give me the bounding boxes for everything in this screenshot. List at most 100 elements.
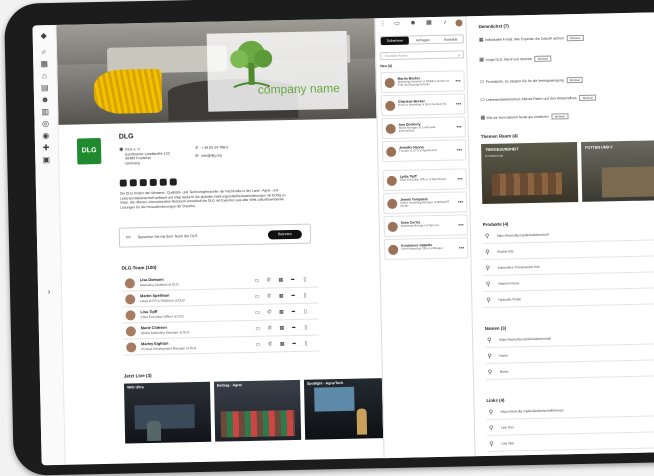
- list-item[interactable]: Jennie Tempsant Online Marketing Manager …: [383, 191, 468, 215]
- tab-requests[interactable]: Anfragen: [409, 36, 437, 45]
- phone-icon[interactable]: ✆: [267, 325, 273, 331]
- list-item[interactable]: ⚲ https://www.dlg.org/de/landwirtschaft: [485, 329, 654, 348]
- list-item[interactable]: Ana Dockerty Brand Manager at Landmarke I…: [381, 116, 466, 140]
- tab-contacts[interactable]: Kontakte: [437, 35, 465, 44]
- scrollbar[interactable]: [346, 34, 351, 63]
- event-row[interactable]: ▦Junge DLG: Beruf und Vertrieb Webinar: [479, 52, 654, 64]
- notification-icon[interactable]: ♪: [441, 20, 448, 27]
- list-item[interactable]: ⚲ Vitamin Premix: [483, 273, 654, 293]
- collapse-arrow-icon[interactable]: ›: [44, 287, 54, 297]
- more-icon[interactable]: •••: [455, 78, 460, 84]
- more-icon[interactable]: •••: [457, 147, 462, 153]
- list-item[interactable]: ⚲ Name: [485, 345, 654, 364]
- phone-icon[interactable]: ✆: [266, 277, 272, 283]
- list-item[interactable]: ⚲ Hydraulic Fluids: [484, 289, 654, 309]
- event-title: Lebensmittelsicherheit: Aktives Risiko u…: [486, 96, 577, 102]
- event-row[interactable]: ▭Lebensmittelsicherheit: Aktives Risiko …: [480, 92, 654, 104]
- table-row[interactable]: Marley Eighton Product Development Manag…: [123, 335, 320, 356]
- bookmark-icon[interactable]: ▯: [302, 309, 308, 315]
- grid-icon[interactable]: ▦: [39, 59, 49, 69]
- facebook-icon[interactable]: [119, 179, 127, 187]
- chat-icon[interactable]: ▭: [255, 326, 261, 332]
- list-item[interactable]: Charlene Becker Head of Marketing at DLG …: [380, 93, 466, 117]
- bookmark-icon[interactable]: ▯: [303, 341, 309, 347]
- share-icon[interactable]: ➦: [291, 341, 297, 347]
- share-icon[interactable]: ➦: [290, 277, 296, 283]
- event-row[interactable]: ▦Wie wir Innovationen heute gut umsetzen…: [480, 110, 654, 122]
- chat-icon[interactable]: ▭: [255, 342, 261, 348]
- share-icon[interactable]: ➦: [291, 325, 297, 331]
- bookmark-icon[interactable]: ▯: [302, 277, 308, 283]
- instagram-icon[interactable]: [139, 179, 147, 187]
- live-tile[interactable]: Web Ultra: [123, 381, 212, 444]
- calendar-icon[interactable]: ▦: [425, 20, 432, 27]
- linkedin-icon[interactable]: [159, 178, 167, 186]
- contact-search-input[interactable]: Kontakte finden ⌕: [380, 50, 465, 61]
- email-link[interactable]: info@dlg.org: [201, 153, 222, 158]
- youtube-icon[interactable]: [149, 178, 157, 186]
- list-item[interactable]: ⚲ https://www.dlg.org/de/landwirtschaft/t…: [486, 401, 654, 420]
- phone-icon[interactable]: ✆: [266, 309, 272, 315]
- bookmark-icon[interactable]: ▯: [303, 325, 309, 331]
- list-item[interactable]: ⚲ https://www.dlg.org/de/landwirtschaft: [482, 225, 654, 245]
- menu-icon[interactable]: ⋮: [379, 21, 386, 28]
- home-icon[interactable]: ⌂: [39, 71, 49, 81]
- chat-icon[interactable]: ▭: [254, 294, 260, 300]
- phone-number[interactable]: + 49 69 24 788-0: [201, 145, 228, 150]
- more-icon[interactable]: •••: [459, 245, 464, 251]
- calendar-icon[interactable]: ▦: [279, 341, 285, 347]
- list-item[interactable]: Sean Cortez Marketing Manager at Agro-Inc…: [383, 214, 468, 238]
- enter-chat-button[interactable]: Betreten: [267, 229, 302, 240]
- calendar-icon[interactable]: ▦: [279, 325, 285, 331]
- store-icon[interactable]: ▣: [41, 155, 51, 165]
- chat-icon[interactable]: ▭: [393, 21, 400, 28]
- more-icon[interactable]: •••: [456, 124, 461, 130]
- handshake-icon[interactable]: ✚: [41, 143, 51, 153]
- theme-tile[interactable]: TIERGESUNDHEIT Kontaktrunde: [481, 142, 579, 205]
- list-item[interactable]: ⚲ Automotive Transmission Kits: [483, 257, 654, 277]
- chat-icon[interactable]: ▭: [254, 310, 260, 316]
- event-row[interactable]: ▦Individuelle Fonds: Wie Experten die Zu…: [479, 32, 654, 44]
- bookmark-icon[interactable]: ▯: [302, 293, 308, 299]
- calendar-icon[interactable]: ▦: [278, 277, 284, 283]
- person-role: Founder & CTO at Agrarboard: [399, 147, 437, 153]
- phone-icon[interactable]: ✆: [266, 293, 272, 299]
- content-panel: Demnächst (7) ▦Individuelle Fonds: Wie E…: [468, 12, 654, 457]
- compass-icon[interactable]: ◎: [40, 119, 50, 129]
- list-item[interactable]: ⚲ Link Titel: [486, 417, 654, 436]
- list-item[interactable]: Lydia Tipff Chief Executive Officer at Ag…: [382, 168, 467, 192]
- location-icon[interactable]: ◉: [41, 131, 51, 141]
- calendar-icon[interactable]: ▦: [278, 309, 284, 315]
- xing-icon[interactable]: [169, 178, 177, 186]
- list-item[interactable]: ⚲ Engine Kits: [483, 241, 654, 261]
- people-icon[interactable]: ☻: [409, 20, 416, 27]
- more-icon[interactable]: •••: [457, 176, 462, 182]
- share-icon[interactable]: ➦: [290, 293, 296, 299]
- list-item[interactable]: Jennifer Hanna Founder & CTO at Agrarboar…: [381, 139, 467, 163]
- live-tile[interactable]: Spotlight - AgrarTech: [303, 378, 384, 440]
- brush-image: [93, 68, 163, 115]
- building-icon[interactable]: ▥: [40, 107, 50, 117]
- more-icon[interactable]: •••: [458, 222, 463, 228]
- live-tile[interactable]: Beitrag - Agrar: [213, 379, 302, 442]
- app-logo-icon[interactable]: ◆: [39, 31, 49, 41]
- avatar: [125, 310, 136, 321]
- tab-participants[interactable]: Teilnehmer: [380, 36, 409, 46]
- calendar-icon[interactable]: ▦: [278, 293, 284, 299]
- search-icon[interactable]: ⌕: [39, 47, 49, 57]
- calendar-icon[interactable]: ▤: [40, 83, 50, 93]
- chat-icon[interactable]: ▭: [254, 278, 260, 284]
- phone-icon[interactable]: ✆: [267, 341, 273, 347]
- list-item[interactable]: ⚲ Link Titel: [487, 433, 654, 452]
- twitter-icon[interactable]: [129, 179, 137, 187]
- user-avatar[interactable]: [455, 19, 463, 27]
- list-item[interactable]: Martin Becker Marketing Assistant at Dist…: [380, 70, 465, 94]
- more-icon[interactable]: •••: [456, 101, 461, 107]
- theme-tile[interactable]: FUTTER UND F: [581, 139, 654, 202]
- people-icon[interactable]: ☻: [40, 95, 50, 105]
- list-item[interactable]: Konstance Salaidie Chief Marketing Office…: [384, 237, 469, 261]
- more-icon[interactable]: •••: [458, 199, 463, 205]
- share-icon[interactable]: ➦: [290, 309, 296, 315]
- list-item[interactable]: ⚲ Name: [485, 361, 654, 380]
- event-row[interactable]: ▭Produktinfo: So steigert Sie Ihr die Ve…: [480, 74, 654, 86]
